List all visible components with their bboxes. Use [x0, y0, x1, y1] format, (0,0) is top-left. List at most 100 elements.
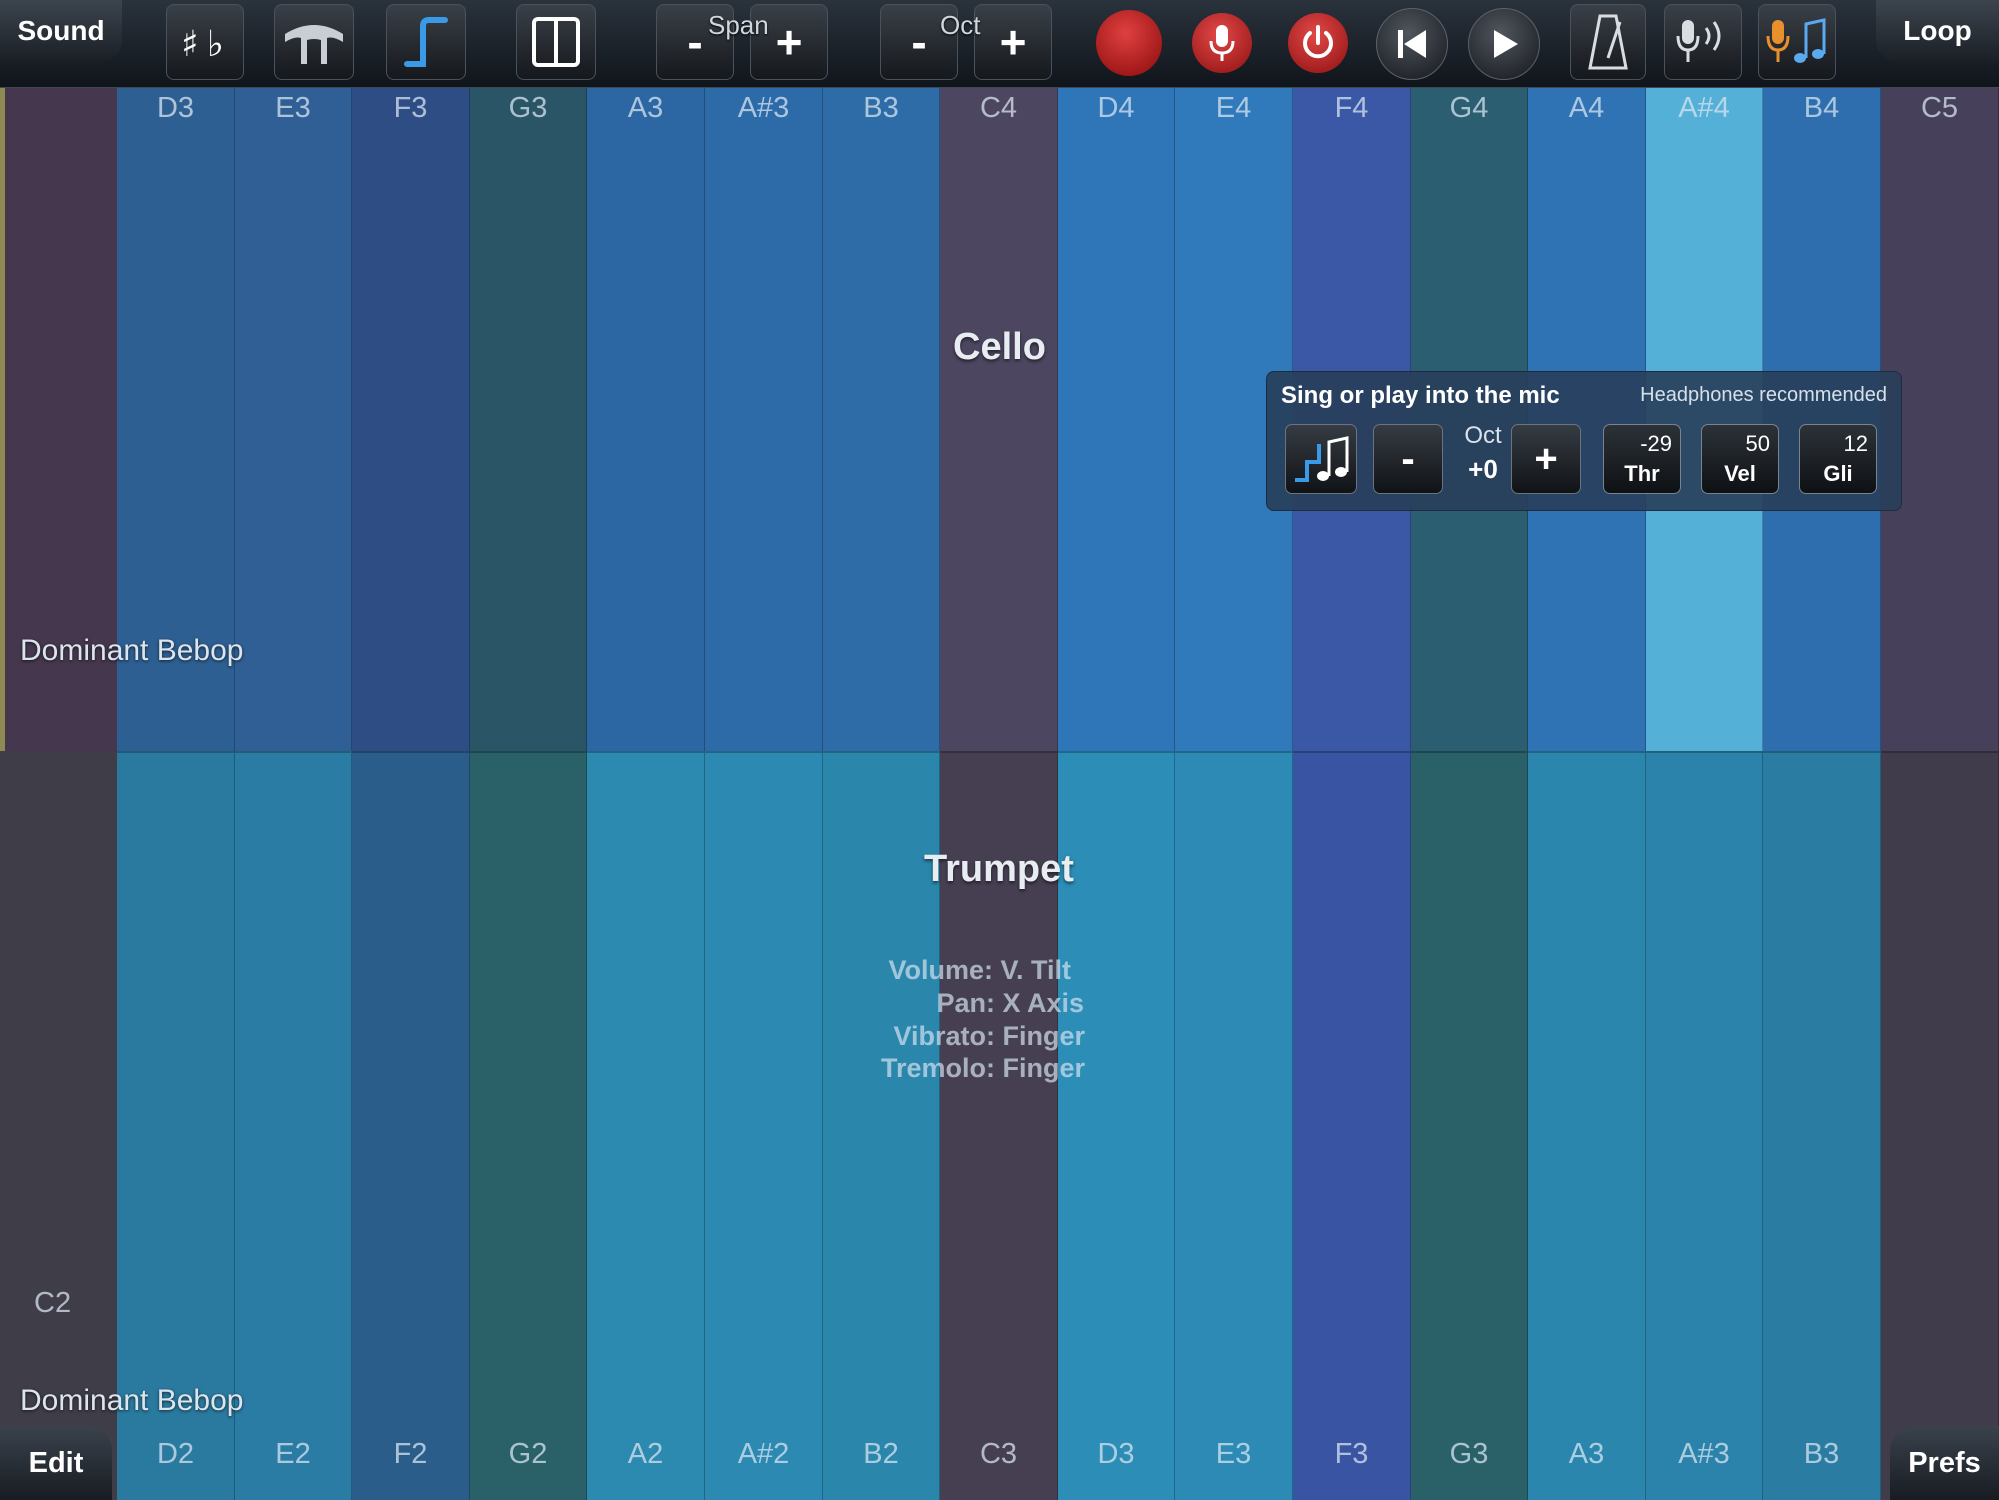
bottom-note-label: G2 [508, 1438, 548, 1470]
left-note-label: C2 [34, 1287, 72, 1319]
note-column[interactable]: B3 B2 [823, 88, 940, 1500]
metronome-button[interactable] [1570, 4, 1646, 80]
bottom-note-label: F3 [1334, 1438, 1369, 1470]
bottom-instrument-name: Trumpet [924, 848, 1074, 890]
power-icon [1303, 25, 1333, 59]
legato-button[interactable] [274, 4, 354, 80]
note-column[interactable]: A4 A3 [1528, 88, 1646, 1500]
bottom-note-label: A2 [627, 1438, 664, 1470]
oct-label: Oct [940, 10, 981, 40]
glide-icon [404, 17, 448, 67]
bottom-note-label: B3 [1803, 1438, 1840, 1470]
bottom-note-label: E2 [275, 1438, 311, 1470]
bottom-scale-label: Dominant Bebop [20, 1384, 244, 1417]
mic-input-button[interactable] [1192, 13, 1252, 73]
velocity-control[interactable]: 50 Vel [1701, 424, 1779, 494]
glide-value: 12 [1843, 431, 1868, 456]
glide-label: Gli [1823, 461, 1853, 486]
mic-sound-icon [1676, 20, 1721, 62]
bottom-note-label: A3 [1568, 1438, 1605, 1470]
mic-oct-minus-button[interactable]: - [1373, 424, 1443, 494]
note-column[interactable]: F4 F3 [1293, 88, 1411, 1500]
play-button[interactable] [1468, 8, 1540, 80]
note-column[interactable]: E4 E3 [1175, 88, 1293, 1500]
legato-icon [285, 25, 343, 64]
oct-plus-label: + [999, 16, 1027, 68]
note-column[interactable]: F3 F2 [352, 88, 470, 1500]
pan-control-label: Pan: X Axis [936, 988, 1084, 1018]
top-note-label: A4 [1568, 92, 1605, 124]
note-column[interactable]: E3 E2 [235, 88, 352, 1500]
top-note-label: G4 [1449, 92, 1489, 124]
note-column[interactable]: G4 G3 [1411, 88, 1528, 1500]
note-column[interactable]: C4 C3 [940, 88, 1058, 1500]
bottom-note-label: B2 [863, 1438, 899, 1470]
bottom-note-label: A#2 [737, 1438, 790, 1470]
velocity-value: 50 [1745, 431, 1770, 456]
note-column[interactable]: C5 [1881, 88, 1999, 1500]
top-note-label: D4 [1097, 92, 1135, 124]
oct-plus-button[interactable]: + [974, 4, 1052, 80]
power-button[interactable] [1288, 13, 1348, 73]
rewind-icon [1398, 30, 1426, 58]
top-instrument-name: Cello [953, 326, 1046, 368]
mic-oct-value: +0 [1468, 454, 1498, 484]
note-column[interactable]: A#4 A#3 [1646, 88, 1763, 1500]
vibrato-control-label: Vibrato: Finger [893, 1021, 1085, 1051]
top-note-label: A#3 [737, 92, 790, 124]
mic-oct-label: Oct [1464, 422, 1502, 449]
mic-note-button[interactable] [1758, 4, 1836, 80]
headphones-hint: Headphones recommended [1640, 384, 1887, 406]
threshold-control[interactable]: -29 Thr [1603, 424, 1681, 494]
mic-oct-minus-label: - [1401, 437, 1415, 481]
tremolo-control-label: Tremolo: Finger [880, 1053, 1085, 1083]
top-note-label: A3 [627, 92, 664, 124]
note-column[interactable]: A#3 A#2 [705, 88, 823, 1500]
note-column[interactable]: G3 G2 [470, 88, 587, 1500]
sharp-flat-icon: ♯ ♭ [181, 24, 224, 64]
note-column[interactable]: D3 D2 [117, 88, 235, 1500]
velocity-label: Vel [1724, 461, 1756, 486]
svg-text:♯: ♯ [181, 24, 198, 64]
pitch-mode-button[interactable] [1285, 424, 1357, 494]
top-scale-label: Dominant Bebop [20, 634, 244, 667]
glide-control[interactable]: 12 Gli [1799, 424, 1877, 494]
note-column[interactable]: B4 B3 [1763, 88, 1881, 1500]
bottom-note-label: A#3 [1678, 1438, 1730, 1470]
rewind-button[interactable] [1376, 8, 1448, 80]
mic-icon [1209, 25, 1235, 61]
sharp-flat-button[interactable]: ♯ ♭ [166, 4, 244, 80]
edit-button[interactable]: Edit [0, 1426, 112, 1500]
bottom-note-label: D2 [156, 1438, 195, 1470]
mic-sound-button[interactable] [1664, 4, 1742, 80]
note-column[interactable]: A3 A2 [587, 88, 705, 1500]
volume-control-label: Volume: V. Tilt [888, 955, 1071, 985]
span-label: Span [708, 10, 769, 40]
bottom-note-label: E3 [1215, 1438, 1252, 1470]
mic-input-panel: Sing or play into the mic Headphones rec… [1266, 371, 1902, 511]
top-note-label: B3 [863, 92, 899, 124]
top-note-label: A#4 [1678, 92, 1730, 124]
top-note-label: F4 [1334, 92, 1369, 124]
split-button[interactable] [516, 4, 596, 80]
bottom-note-label: F2 [393, 1438, 428, 1470]
play-icon [1494, 30, 1518, 58]
top-note-label: E4 [1215, 92, 1252, 124]
prefs-button[interactable]: Prefs [1890, 1426, 1999, 1500]
bottom-note-label: G3 [1449, 1438, 1489, 1470]
record-button[interactable] [1096, 10, 1162, 76]
mic-panel-title: Sing or play into the mic [1281, 382, 1560, 409]
note-column[interactable]: D4 D3 [1058, 88, 1175, 1500]
toolbar: Sound ♯ ♭ - + Span - + Oct Loop [0, 0, 1999, 88]
span-plus-label: + [775, 16, 803, 68]
sound-button[interactable]: Sound [0, 0, 122, 62]
bottom-note-label: C3 [979, 1438, 1018, 1470]
glide-button[interactable] [386, 4, 466, 80]
mic-oct-plus-label: + [1534, 437, 1558, 481]
top-note-label: G3 [508, 92, 548, 124]
top-note-label: C5 [1920, 92, 1959, 124]
mic-oct-plus-button[interactable]: + [1511, 424, 1581, 494]
top-note-label: B4 [1803, 92, 1840, 124]
loop-button[interactable]: Loop [1876, 0, 1999, 62]
svg-text:♭: ♭ [207, 24, 224, 64]
